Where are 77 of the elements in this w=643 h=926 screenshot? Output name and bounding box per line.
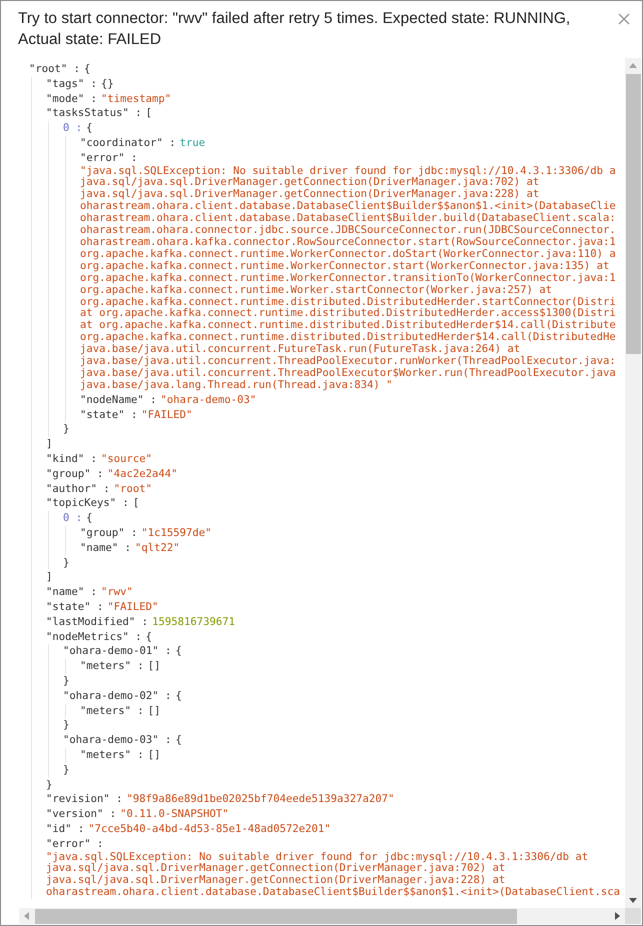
json-value: "1c15597de"	[141, 526, 212, 541]
json-index: 0 :	[63, 511, 82, 526]
json-value: "FAILED"	[107, 600, 158, 615]
json-key: "meters" :	[80, 704, 144, 718]
close-bracket: }	[63, 674, 70, 689]
json-key: "root" :	[29, 62, 80, 77]
json-key: "version" :	[46, 807, 116, 822]
json-key: "nodeName" :	[80, 392, 157, 408]
json-key: "name" :	[46, 585, 98, 600]
close-bracket: }	[63, 556, 70, 570]
json-key: "error" :	[46, 836, 104, 852]
horizontal-scrollbar[interactable]	[19, 908, 625, 924]
json-key: "id" :	[46, 822, 84, 837]
close-bracket: }	[63, 718, 70, 734]
dialog-title: Try to start connector: "rwv" failed after retry 5 times. Expected state: RUNNING, Actual state: FAILED	[18, 9, 572, 50]
json-index: 0 :	[63, 121, 82, 136]
open-bracket: {	[175, 644, 182, 660]
json-key: "topicKeys" :	[46, 496, 129, 512]
json-key: "tasksStatus" :	[46, 106, 142, 122]
json-value: "source"	[101, 452, 152, 467]
json-value: "7cce5b40-a4bd-4d53-85e1-48ad0572e201"	[88, 822, 331, 837]
json-key: "lastModified" :	[46, 614, 148, 630]
vertical-scrollbar[interactable]	[625, 58, 641, 908]
json-value: []	[148, 748, 161, 763]
json-key: "tags" :	[46, 76, 98, 92]
json-value: "timestamp"	[101, 92, 172, 106]
json-key: "error" :	[80, 150, 138, 166]
json-key: "ohara-demo-03" :	[63, 733, 172, 748]
json-value: []	[148, 704, 161, 718]
json-key: "mode" :	[46, 92, 98, 106]
open-bracket: {	[86, 511, 93, 526]
json-key: "name" :	[80, 540, 132, 556]
json-key: "author" :	[46, 482, 110, 496]
json-key: "ohara-demo-01" :	[63, 644, 172, 660]
close-bracket: ]	[46, 570, 52, 586]
json-value: "FAILED"	[141, 408, 192, 422]
close-bracket: ]	[46, 437, 52, 452]
scroll-left-icon[interactable]	[23, 912, 29, 920]
json-value: {}	[101, 76, 114, 92]
close-bracket: }	[63, 762, 70, 778]
json-key: "meters" :	[80, 659, 144, 674]
scroll-down-icon[interactable]	[629, 898, 637, 904]
json-key: "group" :	[80, 526, 138, 541]
json-value: "ohara-demo-03"	[160, 392, 256, 408]
scrollbar-corner	[625, 908, 641, 924]
json-value: "98f9a86e89d1be02025bf704eede5139a327a207"	[126, 792, 394, 808]
json-value: "rwv"	[101, 585, 133, 600]
json-key: "revision" :	[46, 792, 123, 808]
scroll-up-icon[interactable]	[629, 62, 637, 68]
json-value: true	[180, 136, 206, 151]
open-bracket: [	[146, 106, 152, 122]
open-bracket: {	[175, 688, 182, 704]
open-bracket: {	[84, 62, 90, 77]
error-value: "java.sql.SQLException: No suitable driver found for jdbc:mysql://10.4.3.1:3306/db a java.sql/java.sql.DriverManager.getConnection(DriverManager.java:702) at java.sql/java.sql.DriverManager.getConnection(DriverManager.java:228) at oharastream.ohara.client.database.DatabaseClient$Builder$$anon$1.<init>(DatabaseClie oharastream.ohara.client.database.DatabaseClient$Builder.build(DatabaseClient.scala: oharastream.ohara.connector.jdbc.source.JDBCSourceConnector.run(JDBCSourceConnector. oharastream.ohara.kafka.connector.RowSourceConnector.start(RowSourceConnector.java:1 org.apache.kafka.connect.runtime.WorkerConnector.doStart(WorkerConnector.java:110) a org.apache.kafka.connect.runtime.WorkerConnector.start(WorkerConnector.java:135) at org.apache.kafka.connect.runtime.WorkerConnector.transitionTo(WorkerConnector.java:1 org.apache.kafka.connect.runtime.Worker.startConnector(Worker.java:257) at org.apache.kafka.connect.runtime.distributed.DistributedHerder.startConnector(Distri at org.apache.kafka.connect.runtime.distributed.DistributedHerder.access$1300(Distri at org.apache.kafka.connect.runtime.distributed.DistributedHerder$14.call(Distribute org.apache.kafka.connect.runtime.distributed.DistributedHerder$14.call(DistributedHe java.base/java.util.concurrent.FutureTask.run(FutureTask.java:264) at java.base/java.util.concurrent.ThreadPoolExecutor.runWorker(ThreadPoolExecutor.java: java.base/java.util.concurrent.ThreadPoolExecutor$Worker.run(ThreadPoolExecutor.java java.base/java.lang.Thread.run(Thread.java:834) "	[79, 166, 616, 392]
json-value: 1595816739671	[152, 614, 235, 630]
json-value: []	[148, 659, 161, 674]
json-key: "state" :	[80, 408, 138, 422]
json-value: "qlt22"	[135, 540, 180, 556]
open-bracket: {	[146, 630, 152, 644]
open-bracket: {	[175, 733, 182, 748]
json-key: "kind" :	[46, 452, 98, 467]
scroll-right-icon[interactable]	[615, 912, 621, 920]
json-key: "coordinator" :	[80, 136, 176, 151]
json-value: "0.11.0-SNAPSHOT"	[120, 807, 229, 822]
close-icon[interactable]	[618, 13, 630, 25]
error-value: "java.sql.SQLException: No suitable driver found for jdbc:mysql://10.4.3.1:3306/db at java.sql/java.sql.DriverManager.getConnection(DriverManager.java:702) at java.sql/java.sql.DriverManager.getConnection(DriverManager.java:228) at oharastream.ohara.client.database.DatabaseClient$Builder$$anon$1.<init>(DatabaseClient.sca	[45, 852, 620, 900]
json-key: "ohara-demo-02" :	[63, 688, 172, 704]
json-value: "4ac2e2a44"	[107, 466, 178, 482]
open-bracket: {	[86, 121, 93, 136]
json-key: "nodeMetrics" :	[46, 630, 142, 644]
close-bracket: }	[63, 422, 70, 438]
json-key: "meters" :	[80, 748, 144, 763]
json-key: "group" :	[46, 466, 104, 482]
json-key: "state" :	[46, 600, 104, 615]
open-bracket: [	[132, 496, 140, 512]
json-value: "root"	[114, 482, 152, 496]
close-bracket: }	[46, 778, 52, 792]
